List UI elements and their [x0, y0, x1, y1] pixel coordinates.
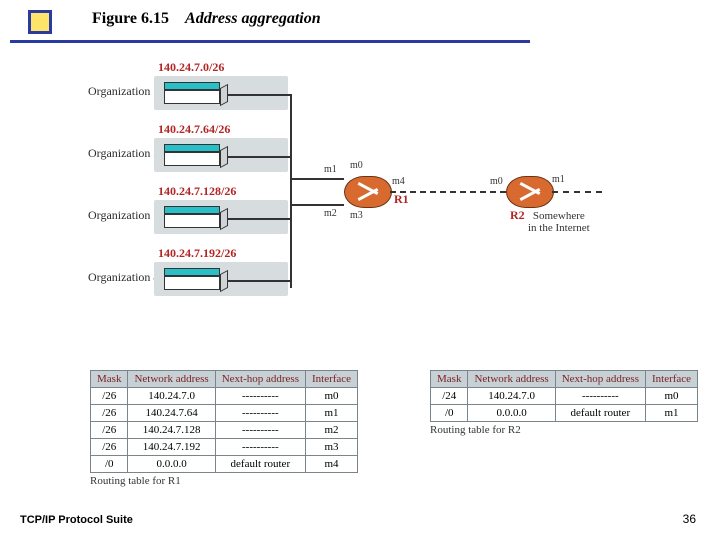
th: Network address [468, 371, 555, 388]
r1-port-m0: m0 [350, 160, 363, 171]
bus-to-r1-bot [290, 204, 344, 206]
org-label: Organization 4 [88, 270, 159, 285]
r1-port-m3: m3 [350, 210, 363, 221]
host-icon [164, 268, 220, 292]
r1-port-m2: m2 [324, 208, 337, 219]
table-row: /26140.24.7.128----------m2 [91, 422, 358, 439]
link-line [228, 156, 290, 158]
table-r2: Mask Network address Next-hop address In… [430, 370, 698, 422]
link-line [228, 94, 290, 96]
th: Mask [431, 371, 468, 388]
table-row: /24140.24.7.0----------m0 [431, 388, 698, 405]
table-r1: Mask Network address Next-hop address In… [90, 370, 358, 473]
th: Next-hop address [555, 371, 645, 388]
r2-port-m0: m0 [490, 176, 503, 187]
table-r2-caption: Routing table for R2 [430, 424, 698, 436]
r2-port-m1: m1 [552, 174, 565, 185]
diagram-area: Organization 1 140.24.7.0/26 Organizatio… [88, 60, 648, 340]
title-bullet-icon [28, 10, 52, 34]
host-icon [164, 206, 220, 230]
routing-table-r1: Mask Network address Next-hop address In… [90, 370, 358, 487]
link-line [228, 280, 290, 282]
title-underline [10, 40, 530, 43]
org-network: 140.24.7.64/26 [158, 122, 230, 137]
table-row: /00.0.0.0default routerm4 [91, 456, 358, 473]
figure-title: Figure 6.15 Address aggregation [92, 10, 321, 28]
figure-number: Figure 6.15 [92, 10, 169, 27]
host-icon [164, 144, 220, 168]
table-header-row: Mask Network address Next-hop address In… [431, 371, 698, 388]
org-label: Organization 2 [88, 146, 159, 161]
table-row: /00.0.0.0default routerm1 [431, 405, 698, 422]
table-header-row: Mask Network address Next-hop address In… [91, 371, 358, 388]
link-r2-out [552, 191, 602, 193]
org-network: 140.24.7.192/26 [158, 246, 236, 261]
router-r1-icon [344, 176, 392, 208]
link-r1-r2 [390, 191, 506, 193]
slide: Figure 6.15 Address aggregation Organiza… [0, 0, 720, 540]
th: Network address [128, 371, 215, 388]
figure-caption: Address aggregation [185, 10, 321, 27]
table-row: /26140.24.7.192----------m3 [91, 439, 358, 456]
org-network: 140.24.7.128/26 [158, 184, 236, 199]
r2-note: Somewhere in the Internet [528, 210, 590, 234]
table-r1-caption: Routing table for R1 [90, 475, 358, 487]
router-r2-label: R2 [510, 208, 525, 223]
th: Interface [305, 371, 357, 388]
r1-port-m1: m1 [324, 164, 337, 175]
table-row: /26140.24.7.64----------m1 [91, 405, 358, 422]
tap [290, 94, 292, 95]
org-network: 140.24.7.0/26 [158, 60, 224, 75]
bus-to-r1-top [290, 178, 344, 180]
org-label: Organization 1 [88, 84, 159, 99]
page-number: 36 [683, 512, 696, 526]
r1-port-m4: m4 [392, 176, 405, 187]
routing-table-r2: Mask Network address Next-hop address In… [430, 370, 698, 436]
footer-title: TCP/IP Protocol Suite [20, 514, 133, 526]
th: Interface [645, 371, 697, 388]
bus-line [290, 94, 292, 288]
router-r1-label: R1 [394, 192, 409, 207]
table-row: /26140.24.7.0----------m0 [91, 388, 358, 405]
org-label: Organization 3 [88, 208, 159, 223]
th: Mask [91, 371, 128, 388]
host-icon [164, 82, 220, 106]
th: Next-hop address [215, 371, 305, 388]
router-r2-icon [506, 176, 554, 208]
link-line [228, 218, 290, 220]
